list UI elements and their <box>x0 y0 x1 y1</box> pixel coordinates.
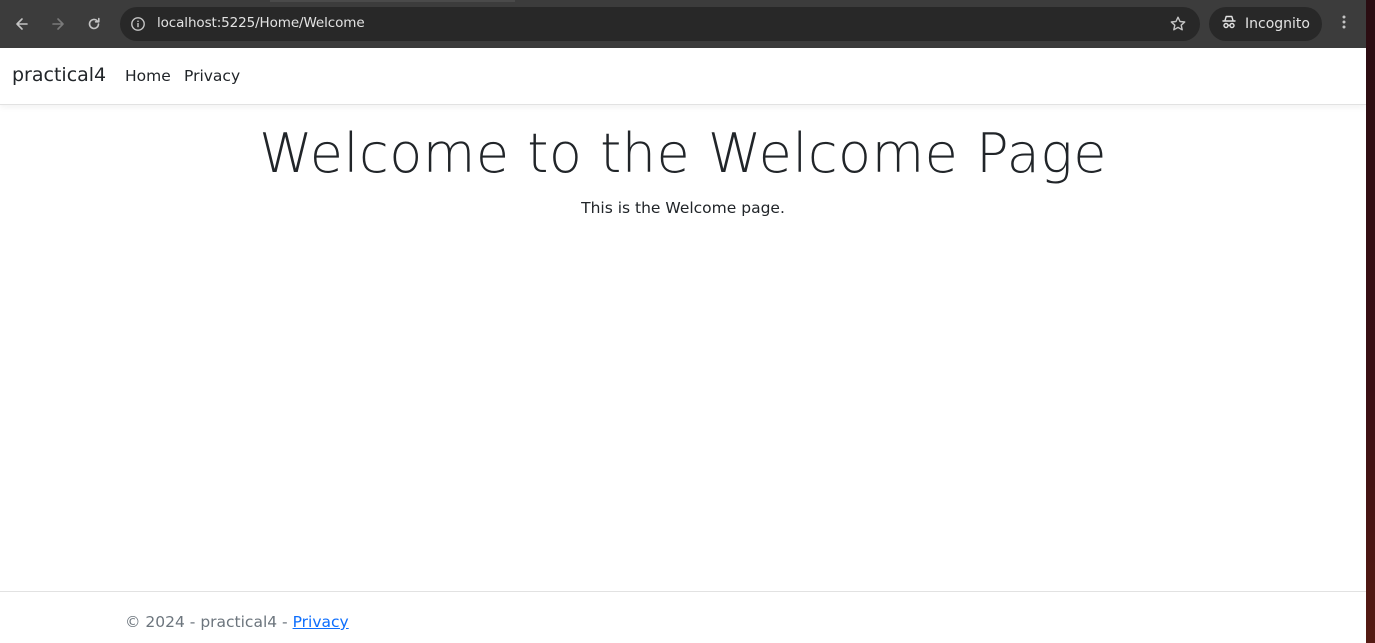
incognito-icon <box>1221 14 1237 34</box>
browser-menu-button[interactable] <box>1331 10 1357 38</box>
info-icon[interactable] <box>128 14 148 34</box>
page-content: practical4 Home Privacy Welcome to the W… <box>0 48 1366 643</box>
arrow-left-icon <box>14 16 30 32</box>
arrow-right-icon <box>50 16 66 32</box>
kebab-menu-icon <box>1341 14 1347 34</box>
reload-button[interactable] <box>80 10 108 38</box>
address-bar[interactable]: localhost:5225/Home/Welcome <box>120 7 1200 41</box>
site-navbar: practical4 Home Privacy <box>0 48 1366 105</box>
incognito-indicator[interactable]: Incognito <box>1209 7 1322 41</box>
page-title: Welcome to the Welcome Page <box>259 122 1107 185</box>
back-button[interactable] <box>8 10 36 38</box>
url-text[interactable]: localhost:5225/Home/Welcome <box>157 15 365 31</box>
footer-text: © 2024 - practical4 - Privacy <box>125 613 349 631</box>
site-footer: © 2024 - practical4 - Privacy <box>0 591 1366 643</box>
footer-copyright: © 2024 - practical4 - <box>125 613 293 631</box>
nav-link-privacy[interactable]: Privacy <box>184 67 240 85</box>
browser-window: localhost:5225/Home/Welcome Incognito pr… <box>0 0 1366 643</box>
desktop-background <box>1366 0 1375 643</box>
page-subtitle: This is the Welcome page. <box>581 199 785 217</box>
footer-privacy-link[interactable]: Privacy <box>293 613 349 631</box>
reload-icon <box>86 16 102 32</box>
incognito-label: Incognito <box>1245 16 1310 32</box>
tab-strip-edge <box>270 0 515 2</box>
browser-toolbar: localhost:5225/Home/Welcome Incognito <box>0 0 1366 48</box>
star-icon[interactable] <box>1168 14 1188 34</box>
navbar-brand[interactable]: practical4 <box>12 64 106 86</box>
forward-button[interactable] <box>44 10 72 38</box>
nav-link-home[interactable]: Home <box>125 67 171 85</box>
